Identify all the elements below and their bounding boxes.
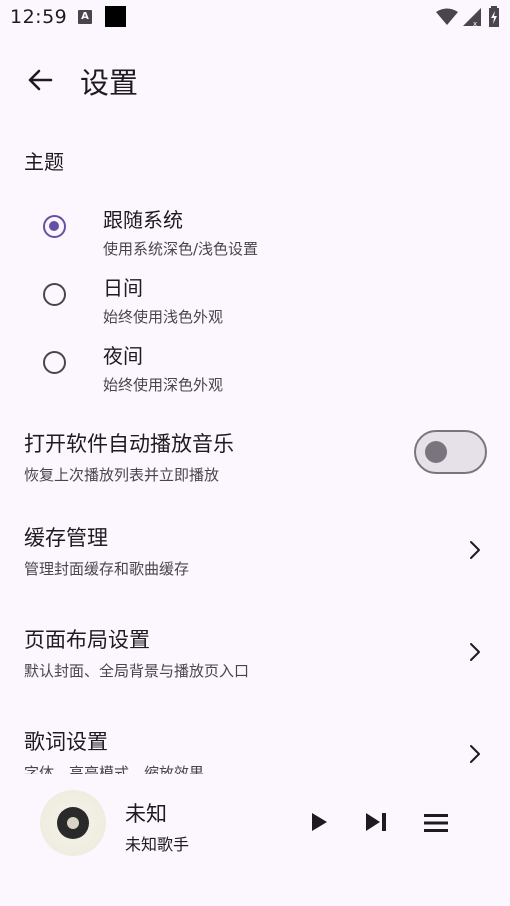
setting-desc: 恢复上次播放列表并立即播放 (24, 466, 220, 484)
theme-option-desc: 使用系统深色/浅色设置 (103, 240, 259, 258)
lyrics-clip: 歌词设置 字体、高亮模式、缩放效果 (0, 724, 510, 774)
status-bar: 12:59 A x (0, 0, 510, 36)
battery-icon (489, 6, 499, 27)
play-icon[interactable] (306, 810, 330, 834)
theme-option-system[interactable]: 跟随系统 使用系统深色/浅色设置 (0, 204, 510, 268)
setting-lyrics[interactable]: 歌词设置 字体、高亮模式、缩放效果 (0, 726, 510, 774)
bottom-edge (0, 900, 510, 906)
theme-option-day[interactable]: 日间 始终使用浅色外观 (0, 272, 510, 336)
setting-title: 页面布局设置 (24, 628, 150, 652)
mini-player[interactable]: 未知 未知歌手 (0, 774, 510, 870)
setting-cache[interactable]: 缓存管理 管理封面缓存和歌曲缓存 (0, 522, 510, 602)
chevron-right-icon (470, 541, 480, 559)
theme-option-label: 跟随系统 (103, 208, 183, 232)
setting-title: 缓存管理 (24, 526, 108, 550)
signal-icon: x (463, 8, 481, 27)
theme-option-desc: 始终使用深色外观 (103, 376, 224, 394)
theme-option-label: 夜间 (103, 344, 143, 368)
theme-option-night[interactable]: 夜间 始终使用深色外观 (0, 340, 510, 404)
arrow-back-icon (28, 69, 53, 91)
setting-desc: 字体、高亮模式、缩放效果 (24, 764, 205, 774)
status-time: 12:59 (10, 6, 68, 28)
accessibility-a-icon: A (78, 10, 92, 24)
radio-unselected-icon[interactable] (43, 351, 66, 374)
setting-desc: 默认封面、全局背景与播放页入口 (24, 662, 250, 680)
autoplay-toggle[interactable] (414, 430, 487, 474)
wifi-icon (436, 8, 458, 25)
setting-title: 打开软件自动播放音乐 (24, 432, 234, 456)
app-bar: 设置 (0, 48, 510, 112)
song-title: 未知 (125, 802, 167, 826)
theme-section-title: 主题 (24, 150, 64, 174)
radio-unselected-icon[interactable] (43, 283, 66, 306)
chevron-right-icon (470, 643, 480, 661)
setting-layout[interactable]: 页面布局设置 默认封面、全局背景与播放页入口 (0, 624, 510, 704)
notification-square-icon (105, 6, 126, 27)
svg-text:x: x (473, 20, 477, 27)
chevron-right-icon (470, 745, 480, 763)
page-title: 设置 (80, 66, 139, 100)
theme-option-desc: 始终使用浅色外观 (103, 308, 224, 326)
toggle-thumb (425, 441, 447, 463)
theme-option-label: 日间 (103, 276, 143, 300)
queue-menu-icon[interactable] (422, 812, 450, 834)
album-art[interactable] (40, 790, 106, 856)
back-button[interactable] (22, 62, 58, 98)
song-artist: 未知歌手 (125, 835, 190, 854)
setting-title: 歌词设置 (24, 730, 108, 754)
vinyl-disc-icon (57, 807, 89, 839)
setting-desc: 管理封面缓存和歌曲缓存 (24, 560, 190, 578)
skip-next-icon[interactable] (362, 810, 390, 834)
setting-autoplay[interactable]: 打开软件自动播放音乐 恢复上次播放列表并立即播放 (0, 428, 510, 508)
radio-selected-icon[interactable] (43, 215, 66, 238)
